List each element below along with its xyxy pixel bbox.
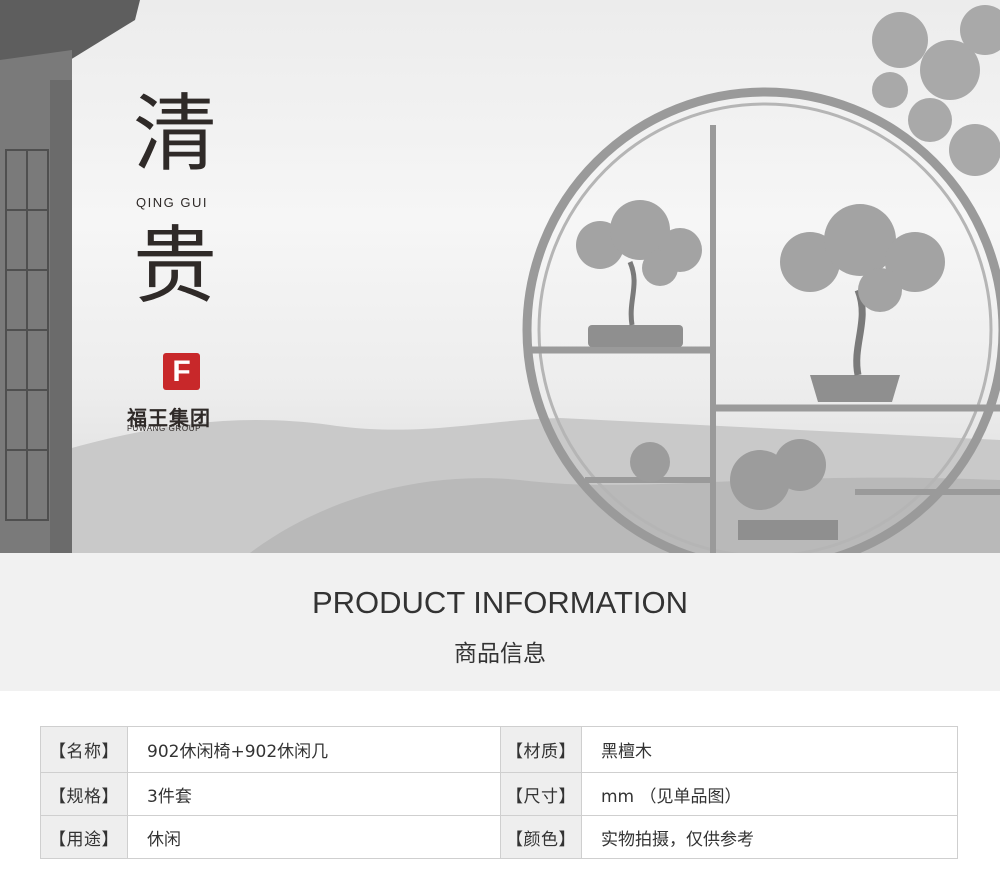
spec-label: 【规格】 <box>40 772 128 816</box>
spec-value: 3件套 <box>127 772 501 816</box>
spec-label: 【名称】 <box>40 726 128 773</box>
brand-pinyin: QING GUI <box>136 195 208 210</box>
brand-title-char-2: 贵 <box>133 217 218 315</box>
spec-value: mm （见单品图） <box>581 772 958 816</box>
section-title-en: PRODUCT INFORMATION <box>311 585 688 620</box>
spec-label: 【材质】 <box>500 726 582 773</box>
hero-banner: 清 QING GUI 贵 F 福王集团 FUWANG GROUP <box>0 0 1000 553</box>
spec-value: 902休闲椅+902休闲几 <box>127 726 501 773</box>
table-row: 【用途】 休闲 【颜色】 实物拍摄，仅供参考 <box>40 815 958 859</box>
spec-label: 【颜色】 <box>500 815 582 859</box>
product-spec-table: 【名称】 902休闲椅+902休闲几 【材质】 黑檀木 【规格】 3件套 【尺寸… <box>40 726 958 859</box>
section-title-cn: 商品信息 <box>454 641 546 667</box>
brand-title-char-1: 清 <box>133 85 218 183</box>
spec-value: 实物拍摄，仅供参考 <box>581 815 958 859</box>
table-row: 【名称】 902休闲椅+902休闲几 【材质】 黑檀木 <box>40 726 958 773</box>
spec-label: 【用途】 <box>40 815 128 859</box>
section-header-band <box>0 553 1000 691</box>
spec-value: 休闲 <box>127 815 501 859</box>
company-logo-icon: F <box>163 353 200 390</box>
spec-value: 黑檀木 <box>581 726 958 773</box>
table-row: 【规格】 3件套 【尺寸】 mm （见单品图） <box>40 772 958 816</box>
spec-label: 【尺寸】 <box>500 772 582 816</box>
company-name-en: FUWANG GROUP <box>127 424 202 433</box>
